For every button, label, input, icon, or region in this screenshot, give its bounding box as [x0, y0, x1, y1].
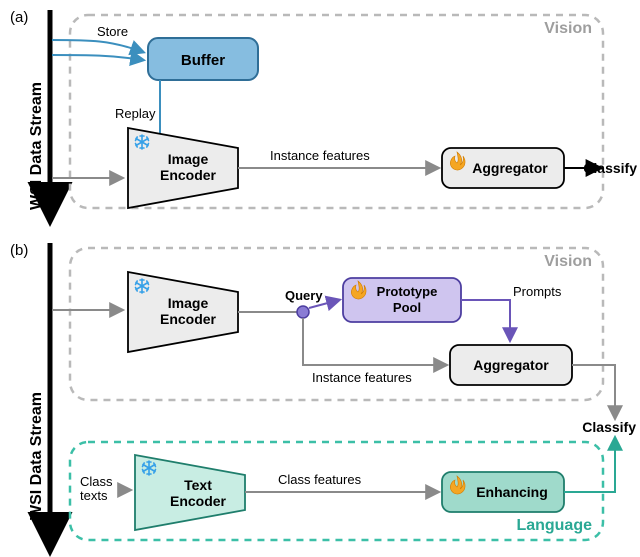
image-encoder-a-label1: Image — [168, 151, 209, 167]
instance-features-label-b: Instance features — [312, 370, 412, 385]
text-encoder-label2: Encoder — [170, 493, 227, 509]
text-encoder-label1: Text — [184, 477, 212, 493]
class-texts-label1: Class — [80, 474, 113, 489]
aggregator-a-label: Aggregator — [472, 160, 548, 176]
query-node — [297, 306, 309, 318]
prompts-edge — [461, 300, 510, 340]
store-edge-2 — [52, 55, 143, 60]
data-stream-label-b: WSI Data Stream — [28, 392, 45, 520]
image-encoder-b-label2: Encoder — [160, 311, 217, 327]
query-label: Query — [285, 288, 323, 303]
instance-features-edge-b — [303, 318, 446, 365]
classify-label-a: Classify — [583, 160, 637, 176]
vision-title-b: Vision — [544, 253, 592, 270]
class-texts-label2: texts — [80, 488, 108, 503]
enhancing-out-edge — [564, 438, 615, 492]
class-features-label: Class features — [278, 472, 362, 487]
aggregator-out-b — [572, 365, 615, 418]
store-edge-1 — [52, 40, 143, 52]
panel-a-id: (a) — [10, 9, 28, 26]
prototype-pool-label2: Pool — [393, 300, 421, 315]
store-label: Store — [97, 24, 128, 39]
enhancing-label: Enhancing — [476, 484, 548, 500]
image-encoder-a-label2: Encoder — [160, 167, 217, 183]
aggregator-b-label: Aggregator — [473, 357, 549, 373]
prototype-pool-label1: Prototype — [377, 284, 438, 299]
architecture-diagram: (a) WSI Data Stream Vision Store Buffer … — [0, 0, 640, 557]
panel-b-id: (b) — [10, 242, 28, 259]
classify-label-b: Classify — [582, 419, 636, 435]
data-stream-label-a: WSI Data Stream — [28, 82, 45, 210]
replay-label: Replay — [115, 106, 156, 121]
prompts-label: Prompts — [513, 284, 562, 299]
image-encoder-b-label1: Image — [168, 295, 209, 311]
language-title: Language — [516, 517, 592, 534]
vision-title-a: Vision — [544, 20, 592, 37]
instance-features-label-a: Instance features — [270, 148, 370, 163]
buffer-label: Buffer — [181, 52, 225, 69]
